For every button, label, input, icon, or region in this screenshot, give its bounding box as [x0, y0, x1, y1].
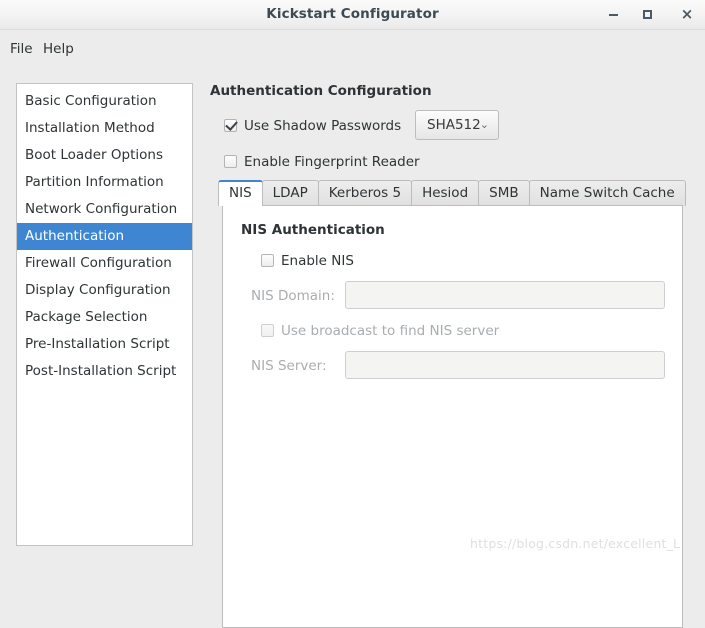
use-broadcast-row[interactable]: Use broadcast to find NIS server [261, 321, 499, 341]
auth-tabs: NIS LDAP Kerberos 5 Hesiod SMB Name Switch Ca… [218, 180, 686, 206]
window-titlebar: Kickstart Configurator × [0, 0, 705, 30]
nis-domain-label: NIS Domain: [251, 288, 335, 304]
use-shadow-passwords-row[interactable]: Use Shadow Passwords [224, 116, 401, 136]
page-title: Authentication Configuration [210, 83, 432, 99]
sidebar-item-authentication[interactable]: Authentication [17, 223, 192, 250]
enable-fingerprint-reader-checkbox[interactable] [224, 155, 237, 168]
sidebar-item-firewall-configuration[interactable]: Firewall Configuration [17, 250, 192, 277]
nis-server-input[interactable] [345, 351, 665, 379]
tab-kerberos-5[interactable]: Kerberos 5 [317, 180, 413, 206]
maximize-button[interactable] [632, 0, 662, 29]
use-broadcast-checkbox[interactable] [261, 324, 274, 337]
tab-ldap[interactable]: LDAP [261, 180, 319, 206]
sidebar-item-installation-method[interactable]: Installation Method [17, 115, 192, 142]
watermark-text: https://blog.csdn.net/excellent_L [470, 536, 681, 551]
nis-authentication-heading: NIS Authentication [241, 222, 385, 238]
minimize-button[interactable] [598, 0, 628, 29]
enable-nis-checkbox[interactable] [261, 254, 274, 267]
enable-nis-label: Enable NIS [281, 253, 354, 269]
sidebar-item-basic-configuration[interactable]: Basic Configuration [17, 88, 192, 115]
enable-nis-row[interactable]: Enable NIS [261, 251, 354, 271]
sidebar-item-display-configuration[interactable]: Display Configuration [17, 277, 192, 304]
menubar: File Help [0, 30, 705, 68]
sidebar-item-network-configuration[interactable]: Network Configuration [17, 196, 192, 223]
nis-server-label: NIS Server: [251, 358, 327, 374]
tab-hesiod[interactable]: Hesiod [411, 180, 480, 206]
close-button[interactable]: × [672, 0, 702, 29]
nis-domain-input[interactable] [345, 281, 665, 309]
use-shadow-passwords-checkbox[interactable] [224, 119, 237, 132]
minimize-icon [608, 14, 618, 16]
hash-algorithm-select[interactable]: SHA512 ⌄ [415, 110, 499, 140]
menu-item-file[interactable]: File [5, 39, 38, 59]
sidebar-item-post-installation-script[interactable]: Post-Installation Script [17, 358, 192, 385]
menu-item-help[interactable]: Help [38, 39, 79, 59]
hash-algorithm-value: SHA512 [427, 117, 481, 133]
tab-name-switch-cache[interactable]: Name Switch Cache [528, 180, 686, 206]
tab-smb[interactable]: SMB [478, 180, 530, 206]
tab-nis[interactable]: NIS [218, 180, 263, 206]
enable-fingerprint-reader-label: Enable Fingerprint Reader [244, 154, 420, 170]
close-icon: × [680, 5, 694, 23]
maximize-icon [642, 10, 652, 19]
enable-fingerprint-reader-row[interactable]: Enable Fingerprint Reader [224, 152, 420, 172]
use-broadcast-label: Use broadcast to find NIS server [281, 323, 500, 339]
main-panel: Authentication Configuration Use Shadow … [210, 83, 690, 628]
sidebar-item-package-selection[interactable]: Package Selection [17, 304, 192, 331]
sidebar-item-partition-information[interactable]: Partition Information [17, 169, 192, 196]
sidebar-list: Basic Configuration Installation Method … [16, 83, 193, 546]
sidebar-item-pre-installation-script[interactable]: Pre-Installation Script [17, 331, 192, 358]
chevron-down-icon: ⌄ [479, 118, 489, 131]
use-shadow-passwords-label: Use Shadow Passwords [244, 118, 402, 134]
sidebar-item-boot-loader-options[interactable]: Boot Loader Options [17, 142, 192, 169]
nis-tab-panel: NIS Authentication Enable NIS NIS Domain… [222, 205, 683, 628]
